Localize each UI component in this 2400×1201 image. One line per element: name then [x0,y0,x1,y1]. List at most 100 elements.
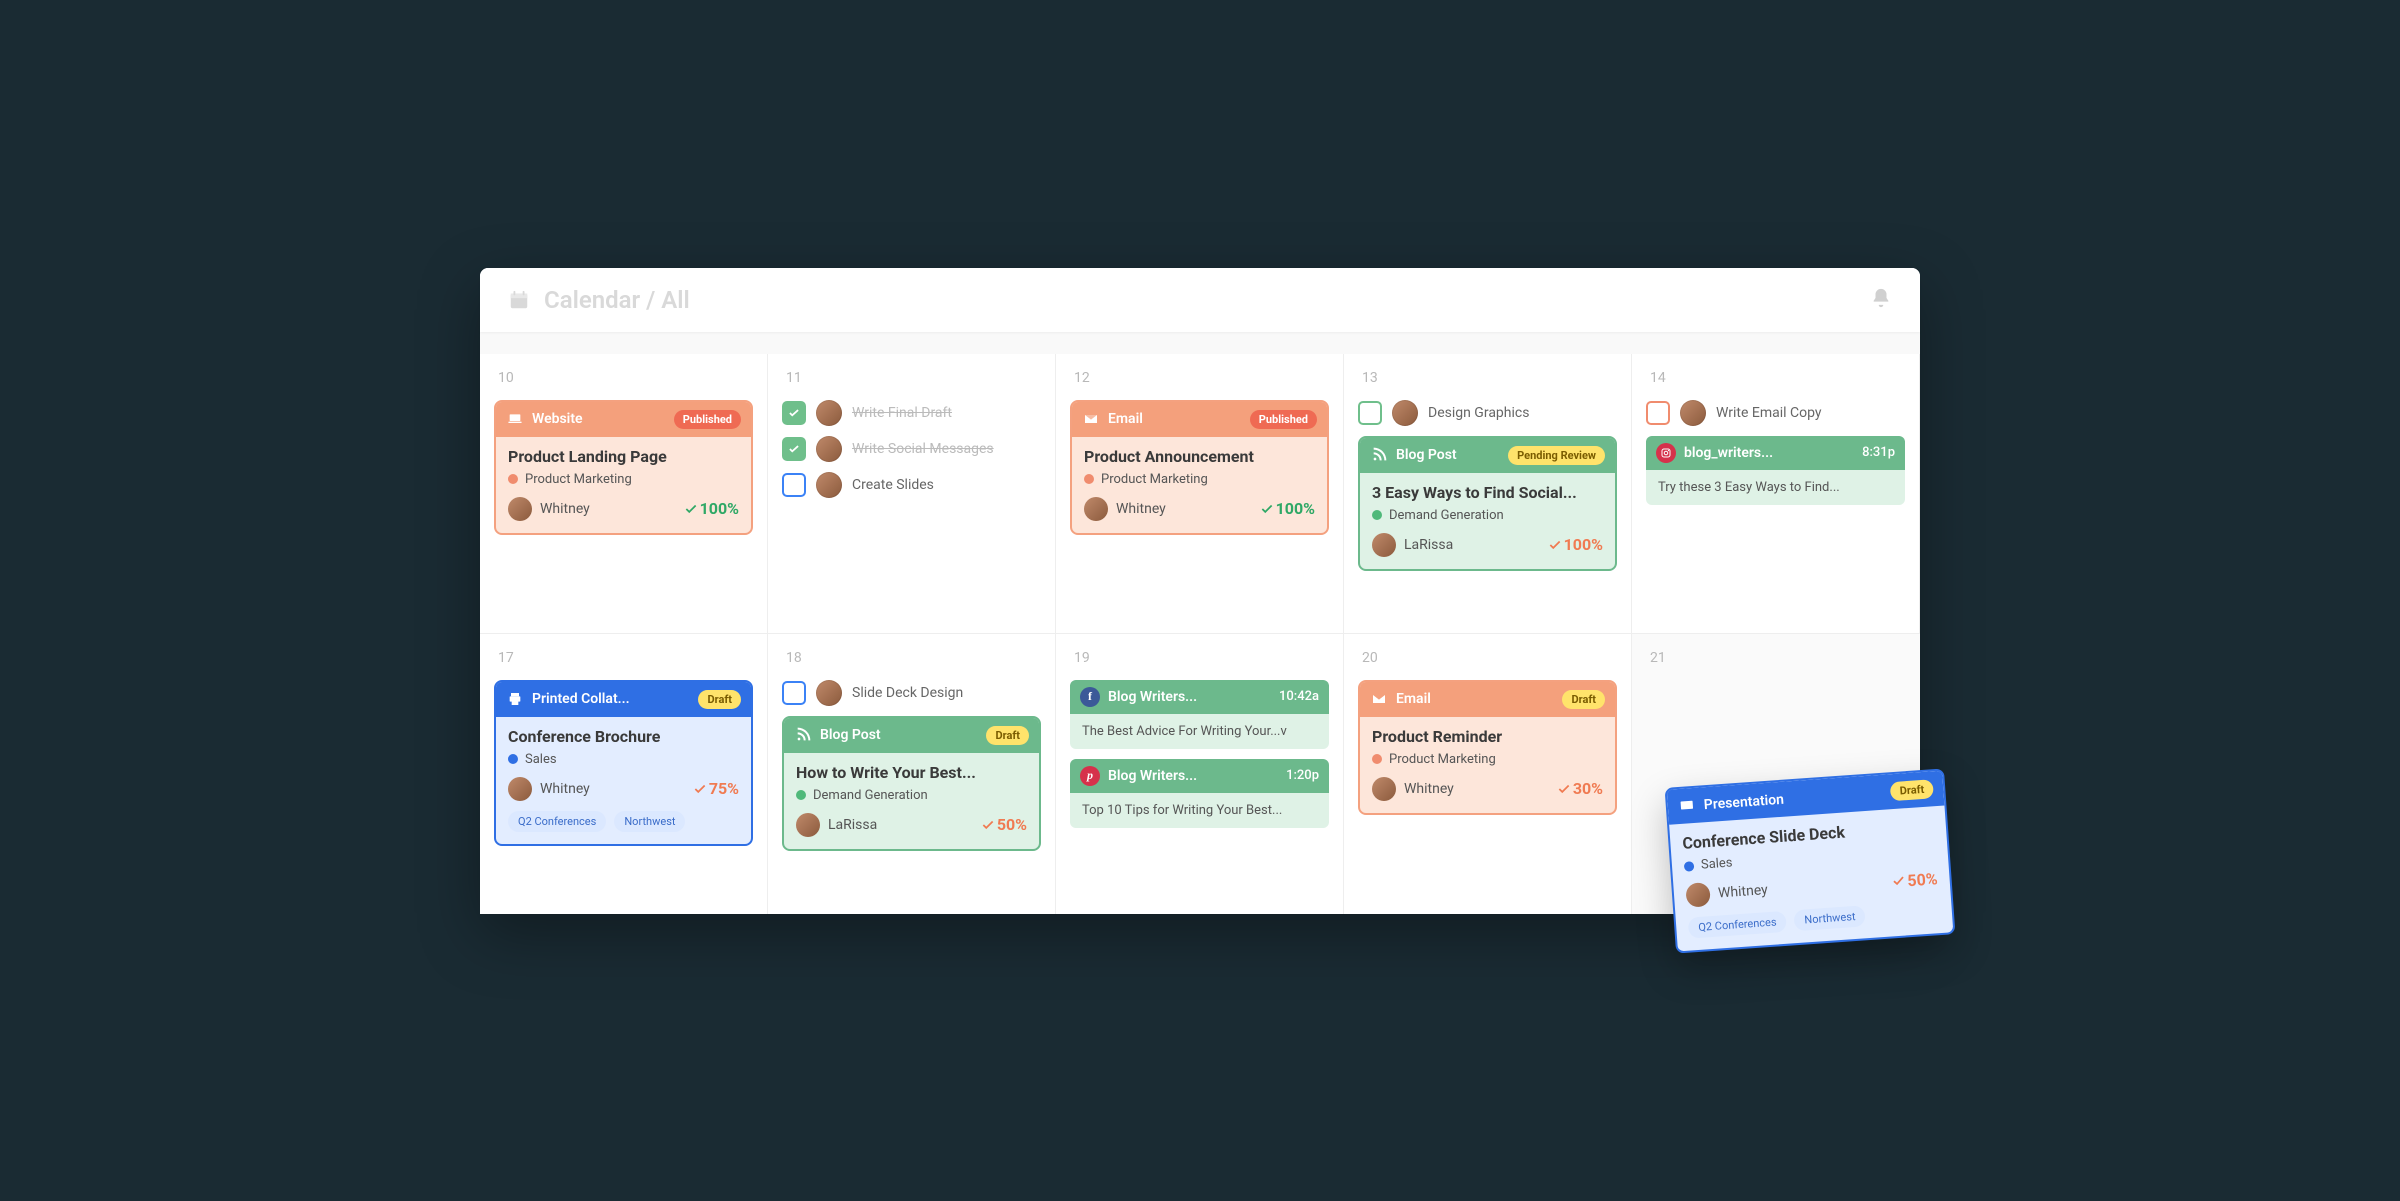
day-cell-13[interactable]: 13 Design Graphics Blog Post Pending Rev… [1344,354,1632,634]
card-blog-post[interactable]: Blog Post Draft How to Write Your Best..… [782,716,1041,851]
card-title: Conference Brochure [508,727,739,746]
task-label: Create Slides [852,477,934,493]
progress-pct: 75% [693,779,739,798]
card-title: Product Announcement [1084,447,1315,466]
avatar [508,777,532,801]
card-blog-post[interactable]: Blog Post Pending Review 3 Easy Ways to … [1358,436,1617,571]
avatar [816,436,842,462]
checkbox-checked[interactable] [782,437,806,461]
progress-pct: 30% [1557,779,1603,798]
task-label: Write Final Draft [852,405,952,421]
category-label: Sales [525,752,557,767]
avatar [1372,533,1396,557]
status-badge: Draft [1562,690,1605,709]
task-row[interactable]: Write Email Copy [1646,400,1905,426]
avatar [796,813,820,837]
task-row[interactable]: Design Graphics [1358,400,1617,426]
presentation-icon [1677,796,1696,815]
day-cell-17[interactable]: 17 Printed Collat... Draft Conference Br… [480,634,768,914]
avatar [816,400,842,426]
day-number: 12 [1070,370,1329,386]
card-type: Email [1108,411,1143,427]
post-time: 10:42a [1279,689,1319,704]
post-time: 1:20p [1286,768,1319,783]
bell-icon[interactable] [1870,287,1892,313]
card-website[interactable]: Website Published Product Landing Page P… [494,400,753,535]
avatar [816,472,842,498]
avatar [1680,400,1706,426]
card-type: Email [1396,691,1431,707]
avatar [1392,400,1418,426]
social-handle: blog_writers... [1684,445,1773,461]
day-cell-18[interactable]: 18 Slide Deck Design Blog Post Draft How… [768,634,1056,914]
task-label: Write Email Copy [1716,405,1822,421]
day-cell-11[interactable]: 11 Write Final Draft Write Social Messag… [768,354,1056,634]
status-badge: Published [1250,410,1317,429]
instagram-icon [1656,443,1676,463]
avatar [508,497,532,521]
day-cell-12[interactable]: 12 Email Published Product Announcement … [1056,354,1344,634]
checkbox-empty[interactable] [1646,401,1670,425]
day-cell-20[interactable]: 20 Email Draft Product Reminder Product … [1344,634,1632,914]
tag[interactable]: Q2 Conferences [508,811,606,832]
day-number: 14 [1646,370,1905,386]
checkbox-empty[interactable] [782,473,806,497]
checkbox-checked[interactable] [782,401,806,425]
status-badge: Draft [1890,779,1934,801]
post-time: 8:31p [1862,445,1895,460]
task-row[interactable]: Slide Deck Design [782,680,1041,706]
day-number: 20 [1358,650,1617,666]
assignee-name: LaRissa [828,817,877,833]
card-type: Website [532,411,583,427]
tag-list: Q2 Conferences Northwest [1688,900,1941,939]
task-label: Slide Deck Design [852,685,963,701]
day-number: 11 [782,370,1041,386]
task-row[interactable]: Write Final Draft [782,400,1041,426]
assignee-name: Whitney [1717,882,1768,901]
rss-icon [794,726,812,744]
task-label: Write Social Messages [852,441,994,457]
tag[interactable]: Northwest [1794,905,1866,931]
pinterest-icon: p [1080,766,1100,786]
assignee-name: Whitney [1116,501,1166,517]
card-printed-collateral[interactable]: Printed Collat... Draft Conference Broch… [494,680,753,846]
day-cell-10[interactable]: 10 Website Published Product Landing Pag… [480,354,768,634]
laptop-icon [506,410,524,428]
card-title: Product Reminder [1372,727,1603,746]
envelope-icon [1370,690,1388,708]
progress-pct: 100% [1260,499,1315,518]
card-title: Product Landing Page [508,447,739,466]
day-cell-14[interactable]: 14 Write Email Copy blog_writers... 8:31… [1632,354,1920,634]
breadcrumb: Calendar / All [544,286,690,314]
tag[interactable]: Northwest [614,811,685,832]
facebook-icon: f [1080,687,1100,707]
card-email[interactable]: Email Published Product Announcement Pro… [1070,400,1329,535]
status-badge: Pending Review [1508,446,1605,465]
card-email[interactable]: Email Draft Product Reminder Product Mar… [1358,680,1617,815]
category-dot [508,754,518,764]
social-card-pinterest[interactable]: p Blog Writers... 1:20p Top 10 Tips for … [1070,759,1329,828]
progress-pct: 100% [1548,535,1603,554]
progress-pct: 50% [981,815,1027,834]
social-card-instagram[interactable]: blog_writers... 8:31p Try these 3 Easy W… [1646,436,1905,505]
social-card-facebook[interactable]: f Blog Writers... 10:42a The Best Advice… [1070,680,1329,749]
social-snippet: The Best Advice For Writing Your...v [1070,714,1329,749]
day-number: 19 [1070,650,1329,666]
tag[interactable]: Q2 Conferences [1688,910,1788,938]
avatar [1685,882,1711,908]
avatar [1084,497,1108,521]
day-number: 10 [494,370,753,386]
social-handle: Blog Writers... [1108,768,1197,784]
task-row[interactable]: Create Slides [782,472,1041,498]
titlebar: Calendar / All [480,268,1920,332]
category-dot [1084,474,1094,484]
checkbox-empty[interactable] [1358,401,1382,425]
task-row[interactable]: Write Social Messages [782,436,1041,462]
status-badge: Draft [986,726,1029,745]
checkbox-empty[interactable] [782,681,806,705]
floating-card-presentation[interactable]: Presentation Draft Conference Slide Deck… [1665,768,1956,953]
category-label: Demand Generation [1389,508,1504,523]
category-dot [1684,860,1695,871]
day-cell-19[interactable]: 19 f Blog Writers... 10:42a The Best Adv… [1056,634,1344,914]
category-dot [508,474,518,484]
